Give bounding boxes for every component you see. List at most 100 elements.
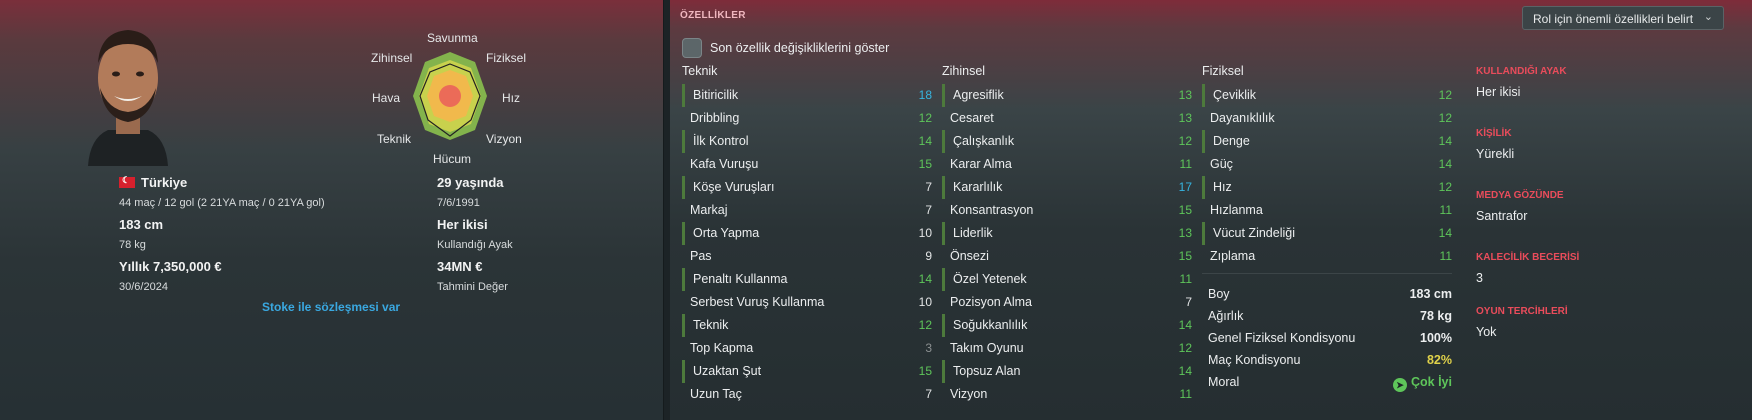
mental-attribute-row[interactable]: Soğukkanlılık 14 <box>942 314 1192 337</box>
technical-attribute-value: 7 <box>925 203 932 217</box>
player-portrait <box>78 18 178 166</box>
nation-name: Türkiye <box>141 175 188 190</box>
technical-attribute-row[interactable]: Bitiricilik 18 <box>682 84 932 107</box>
physical-attribute-row[interactable]: Hızlanma 11 <box>1202 199 1452 222</box>
mental-attribute-row[interactable]: Karar Alma 11 <box>942 153 1192 176</box>
mental-attribute-name: Çalışkanlık <box>953 134 1015 148</box>
technical-attribute-value: 10 <box>918 226 932 240</box>
mental-attribute-row[interactable]: Vizyon 11 <box>942 383 1192 406</box>
side-info-label: OYUN TERCİHLERİ <box>1476 306 1568 317</box>
technical-attribute-name: Top Kapma <box>690 341 754 355</box>
technical-attribute-name: Kafa Vuruşu <box>690 157 759 171</box>
mental-attribute-row[interactable]: Liderlik 13 <box>942 222 1192 245</box>
player-profile-root: Savunma Fiziksel Hız Vizyon Hücum Teknik… <box>0 0 1752 420</box>
mental-attribute-row[interactable]: Topsuz Alan 14 <box>942 360 1192 383</box>
physical-attribute-row[interactable]: Dayanıklılık 12 <box>1202 107 1452 130</box>
physical-info-value: 78 kg <box>1420 305 1452 327</box>
technical-attribute-row[interactable]: Top Kapma 3 <box>682 337 932 360</box>
technical-attribute-value: 14 <box>918 134 932 148</box>
mental-attribute-row[interactable]: Önsezi 15 <box>942 245 1192 268</box>
radar-label-fiziksel: Fiziksel <box>486 51 527 65</box>
technical-attribute-name: Orta Yapma <box>693 226 760 240</box>
technical-attribute-row[interactable]: Serbest Vuruş Kullanma 10 <box>682 291 932 314</box>
physical-attribute-value: 14 <box>1438 134 1452 148</box>
technical-attribute-name: İlk Kontrol <box>693 134 749 148</box>
nation-info: Türkiye 44 maç / 12 gol (2 21YA maç / 0 … <box>119 175 325 209</box>
technical-attribute-row[interactable]: İlk Kontrol 14 <box>682 130 932 153</box>
mental-attribute-row[interactable]: Agresiflik 13 <box>942 84 1192 107</box>
player-value-label: Tahmini Değer <box>437 281 508 293</box>
mental-attribute-name: Kararlılık <box>953 180 1003 194</box>
side-info-block: KALECİLİK BECERİSİ 3 <box>1476 252 1726 285</box>
technical-attribute-row[interactable]: Orta Yapma 10 <box>682 222 932 245</box>
physical-attribute-row[interactable]: Güç 14 <box>1202 153 1452 176</box>
side-info-block: KULLANDIĞI AYAK Her ikisi <box>1476 66 1726 99</box>
technical-attribute-row[interactable]: Teknik 12 <box>682 314 932 337</box>
physical-info-label: Ağırlık <box>1208 309 1244 323</box>
age-info: 29 yaşında 7/6/1991 <box>437 175 504 209</box>
mental-attribute-value: 14 <box>1178 364 1192 378</box>
radar-label-hava: Hava <box>372 91 401 105</box>
physical-attribute-row[interactable]: Çeviklik 12 <box>1202 84 1452 107</box>
mental-column-title: Zihinsel <box>942 64 986 78</box>
role-highlight-label: Rol için önemli özellikleri belirt <box>1533 12 1694 26</box>
technical-attribute-value: 12 <box>918 111 932 125</box>
physical-info-row: Maç Kondisyonu 82% <box>1204 349 1452 371</box>
mental-attribute-name: Önsezi <box>950 249 989 263</box>
mental-attributes-column: Zihinsel Agresiflik 13 Cesaret 13 Çalışkanlı… <box>942 64 1192 406</box>
mental-attribute-row[interactable]: Pozisyon Alma 7 <box>942 291 1192 314</box>
technical-attribute-row[interactable]: Dribbling 12 <box>682 107 932 130</box>
side-info-value: 3 <box>1476 271 1483 285</box>
attributes-section-title: ÖZELLİKLER <box>680 10 746 21</box>
show-changes-checkbox[interactable] <box>682 38 702 58</box>
technical-attribute-value: 7 <box>925 180 932 194</box>
physical-info-value: 82% <box>1427 349 1452 371</box>
technical-attribute-row[interactable]: Köşe Vuruşları 7 <box>682 176 932 199</box>
technical-attribute-name: Dribbling <box>690 111 740 125</box>
mental-attribute-row[interactable]: Takım Oyunu 12 <box>942 337 1192 360</box>
physical-attribute-name: Vücut Zindeliği <box>1213 226 1295 240</box>
technical-attribute-value: 15 <box>918 364 932 378</box>
player-wage: Yıllık 7,350,000 € <box>119 259 222 274</box>
mental-attribute-name: Pozisyon Alma <box>950 295 1032 309</box>
mental-attribute-name: Vizyon <box>950 387 988 401</box>
side-info-block: OYUN TERCİHLERİ Yok <box>1476 306 1726 339</box>
physical-info-value-text: 78 kg <box>1420 309 1452 323</box>
mental-attribute-row[interactable]: Özel Yetenek 11 <box>942 268 1192 291</box>
mental-attribute-value: 12 <box>1178 341 1192 355</box>
player-age: 29 yaşında <box>437 175 504 190</box>
physical-attribute-row[interactable]: Denge 14 <box>1202 130 1452 153</box>
physical-attribute-row[interactable]: Vücut Zindeliği 14 <box>1202 222 1452 245</box>
mental-attribute-value: 11 <box>1179 387 1192 401</box>
mental-attribute-value: 11 <box>1179 157 1192 171</box>
technical-attribute-name: Uzun Taç <box>690 387 742 401</box>
date-of-birth: 7/6/1991 <box>437 197 480 209</box>
mental-attribute-row[interactable]: Çalışkanlık 12 <box>942 130 1192 153</box>
physical-attribute-row[interactable]: Hız 12 <box>1202 176 1452 199</box>
technical-attribute-row[interactable]: Pas 9 <box>682 245 932 268</box>
physical-info-row: Ağırlık 78 kg <box>1204 305 1452 327</box>
mental-attribute-value: 15 <box>1178 249 1192 263</box>
technical-attribute-row[interactable]: Uzaktan Şut 15 <box>682 360 932 383</box>
technical-attribute-row[interactable]: Kafa Vuruşu 15 <box>682 153 932 176</box>
mental-attribute-row[interactable]: Cesaret 13 <box>942 107 1192 130</box>
physical-attribute-name: Dayanıklılık <box>1210 111 1275 125</box>
mental-attribute-name: Konsantrasyon <box>950 203 1034 217</box>
physical-column-title: Fiziksel <box>1202 64 1244 78</box>
role-highlight-dropdown[interactable]: Rol için önemli özellikleri belirt ⌄ <box>1522 6 1724 30</box>
international-caps: 44 maç / 12 gol (2 21YA maç / 0 21YA gol… <box>119 197 325 209</box>
mental-attribute-row[interactable]: Kararlılık 17 <box>942 176 1192 199</box>
technical-attribute-name: Bitiricilik <box>693 88 739 102</box>
foot-info: Her ikisi Kullandığı Ayak <box>437 217 513 251</box>
physical-attribute-row[interactable]: Zıplama 11 <box>1202 245 1452 268</box>
contract-club-link[interactable]: Stoke ile sözleşmesi var <box>262 300 400 314</box>
technical-attribute-row[interactable]: Markaj 7 <box>682 199 932 222</box>
mental-attribute-list: Agresiflik 13 Cesaret 13 Çalışkanlık 12 Karar … <box>942 84 1192 406</box>
mental-attribute-row[interactable]: Konsantrasyon 15 <box>942 199 1192 222</box>
technical-attribute-row[interactable]: Uzun Taç 7 <box>682 383 932 406</box>
radar-label-hucum: Hücum <box>433 152 472 166</box>
show-changes-toggle[interactable]: Son özellik değişikliklerini göster <box>682 38 889 58</box>
technical-attribute-row[interactable]: Penaltı Kullanma 14 <box>682 268 932 291</box>
technical-column-title: Teknik <box>682 64 718 78</box>
physical-info-value-text: 82% <box>1426 353 1452 367</box>
